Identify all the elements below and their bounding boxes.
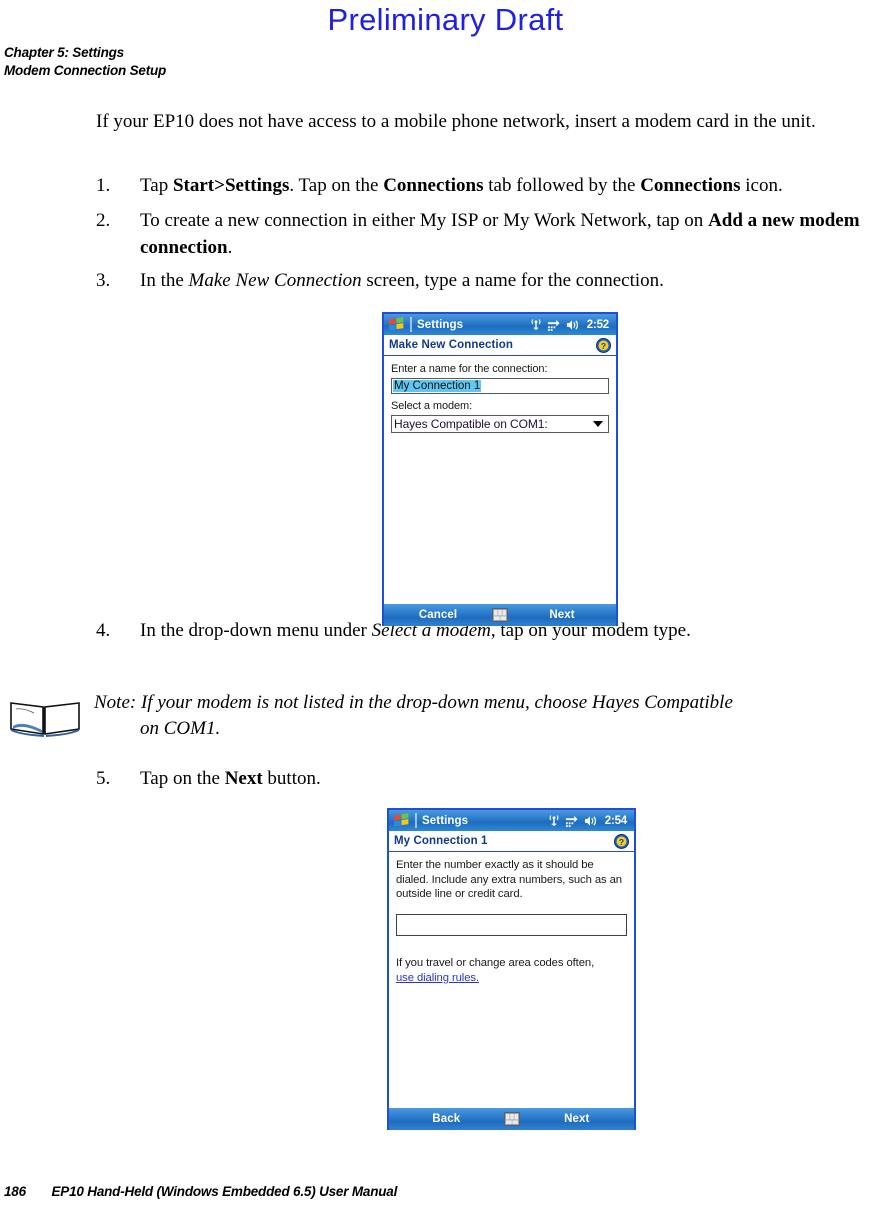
cancel-button[interactable]: Cancel — [384, 609, 492, 621]
step-1: 1. Tap Start>Settings. Tap on the Connec… — [96, 172, 886, 199]
screen-header-bar: My Connection 1 ? — [389, 831, 634, 852]
step-text: Tap Start>Settings. Tap on the Connectio… — [140, 175, 783, 196]
help-question-icon[interactable]: ? — [596, 337, 611, 353]
screen-header-bar: Make New Connection ? — [384, 335, 616, 356]
step-number: 2. — [96, 210, 111, 231]
preliminary-draft-watermark: Preliminary Draft — [327, 2, 564, 37]
windows-flag-icon[interactable] — [393, 813, 410, 828]
step-text: In the Make New Connection screen, type … — [140, 270, 664, 291]
connectivity-icon[interactable] — [565, 815, 578, 827]
note-text: Note: If your modem is not listed in the… — [94, 690, 884, 742]
open-book-icon — [8, 698, 82, 738]
status-icons: 2:54 — [549, 814, 630, 827]
page-number: 186 — [4, 1184, 26, 1199]
clock: 2:52 — [586, 318, 609, 331]
antenna-signal-icon[interactable] — [531, 318, 541, 331]
step-5: 5. Tap on the Next button. — [96, 765, 886, 792]
step-number: 4. — [96, 620, 111, 641]
modem-dropdown[interactable]: Hayes Compatible on COM1: — [391, 415, 609, 433]
screenshot-make-new-connection: Settings 2:52 Make New Connection ? Ente… — [382, 312, 618, 626]
modem-dropdown-value: Hayes Compatible on COM1: — [394, 416, 548, 431]
next-button[interactable]: Next — [508, 609, 616, 621]
screen-title: Make New Connection — [389, 339, 513, 351]
svg-text:?: ? — [619, 837, 624, 847]
step-text: To create a new connection in either My … — [140, 210, 860, 258]
note-line-2: on COM1. — [140, 718, 221, 739]
dial-number-instruction: Enter the number exactly as it should be… — [396, 859, 622, 900]
header-section: Modem Connection Setup — [4, 63, 167, 78]
antenna-signal-icon[interactable] — [549, 814, 559, 827]
status-icons: 2:52 — [531, 318, 612, 331]
title-separator — [410, 317, 412, 332]
device-title: Settings — [422, 814, 469, 827]
connection-name-value: My Connection 1 — [393, 380, 482, 392]
connection-name-label: Enter a name for the connection: — [391, 363, 548, 375]
use-dialing-rules-link[interactable]: use dialing rules. — [396, 972, 479, 984]
screen-title: My Connection 1 — [394, 835, 488, 847]
speaker-icon[interactable] — [584, 815, 597, 827]
device-title-bar: Settings — [384, 314, 616, 335]
help-question-icon[interactable]: ? — [614, 833, 629, 849]
title-separator — [415, 813, 417, 828]
select-modem-label: Select a modem: — [391, 400, 473, 412]
next-button[interactable]: Next — [520, 1113, 635, 1125]
chevron-down-icon[interactable] — [593, 421, 603, 427]
running-header: Chapter 5: Settings Modem Connection Set… — [4, 44, 166, 80]
connectivity-icon[interactable] — [547, 319, 560, 331]
note-line-1: Note: If your modem is not listed in the… — [94, 692, 733, 713]
windows-flag-icon[interactable] — [388, 317, 405, 332]
device-title: Settings — [417, 318, 464, 331]
step-number: 3. — [96, 270, 111, 291]
step-3: 3. In the Make New Connection screen, ty… — [96, 267, 886, 294]
svg-text:?: ? — [601, 341, 606, 351]
footer-title: EP10 Hand-Held (Windows Embedded 6.5) Us… — [51, 1184, 398, 1199]
command-bar: Cancel Next — [384, 604, 616, 626]
dialing-rules-note: If you travel or change area codes often… — [396, 956, 627, 986]
device-title-bar: Settings — [389, 810, 634, 831]
back-button[interactable]: Back — [389, 1113, 504, 1125]
step-number: 1. — [96, 175, 111, 196]
soft-keyboard-icon[interactable] — [503, 1112, 520, 1126]
screen-content: Enter the number exactly as it should be… — [389, 852, 634, 1108]
travel-text: If you travel or change area codes often… — [396, 956, 595, 969]
soft-keyboard-icon[interactable] — [492, 608, 508, 622]
clock: 2:54 — [604, 814, 627, 827]
header-chapter: Chapter 5: Settings — [4, 45, 124, 60]
step-2: 2. To create a new connection in either … — [96, 207, 886, 261]
screenshot-my-connection-1: Settings 2:54 My Connection 1 ? Enter th… — [387, 808, 636, 1130]
screen-content: Enter a name for the connection: My Conn… — [384, 356, 616, 604]
step-text: Tap on the Next button. — [140, 768, 321, 789]
speaker-icon[interactable] — [566, 319, 579, 331]
page-footer: 186 EP10 Hand-Held (Windows Embedded 6.5… — [4, 1184, 397, 1199]
phone-number-input[interactable] — [396, 913, 627, 936]
connection-name-input[interactable]: My Connection 1 — [391, 378, 609, 394]
step-number: 5. — [96, 768, 111, 789]
intro-paragraph: If your EP10 does not have access to a m… — [96, 111, 816, 132]
command-bar: Back Next — [389, 1108, 634, 1130]
